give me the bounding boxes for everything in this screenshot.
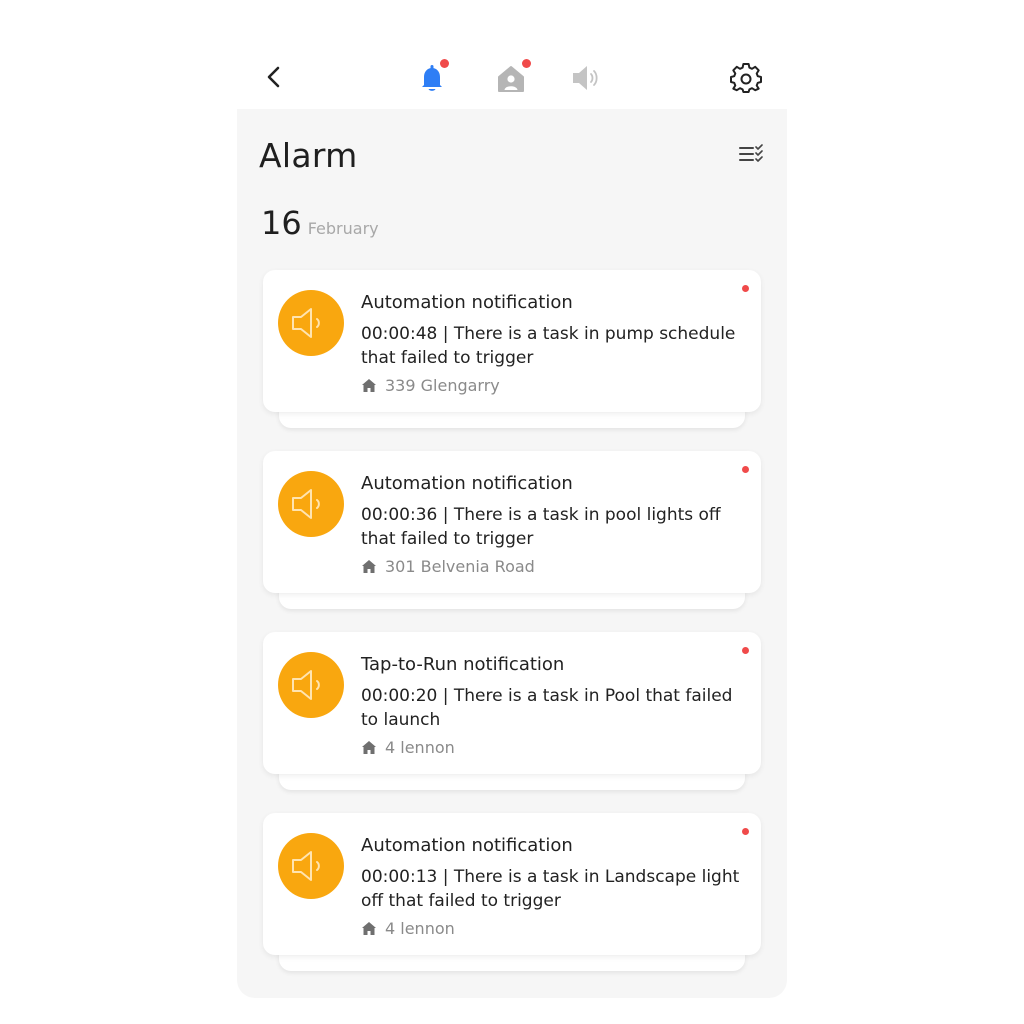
home-badge <box>522 59 531 68</box>
notification-message: 00:00:36 | There is a task in pool light… <box>361 505 721 549</box>
tab-alarm[interactable] <box>413 58 453 98</box>
bell-badge <box>440 59 449 68</box>
notification-avatar <box>278 833 344 899</box>
unread-dot <box>742 466 749 473</box>
notification-message: 00:00:13 | There is a task in Landscape … <box>361 867 740 911</box>
home-icon <box>362 379 376 392</box>
location-label: 4 lennon <box>385 738 455 757</box>
location-label: 339 Glengarry <box>385 376 500 395</box>
speaker-outline-icon <box>292 670 320 700</box>
page-title: Alarm <box>259 136 358 175</box>
notification-location: 4 lennon <box>361 919 455 938</box>
notification-card-body: Automation notification 00:00:48 | There… <box>263 270 761 412</box>
back-arrow-icon[interactable] <box>259 62 289 92</box>
notification-card[interactable]: Automation notification 00:00:48 | There… <box>263 270 761 428</box>
speaker-outline-icon <box>292 489 320 519</box>
notification-avatar <box>278 290 344 356</box>
tab-home-alerts[interactable] <box>492 58 532 98</box>
speaker-icon[interactable] <box>570 62 606 94</box>
notification-title: Automation notification <box>361 835 573 856</box>
notification-avatar <box>278 471 344 537</box>
home-icon <box>362 922 376 935</box>
notification-card-body: Tap-to-Run notification 00:00:20 | There… <box>263 632 761 774</box>
home-icon <box>362 560 376 573</box>
unread-dot <box>742 828 749 835</box>
mark-all-read-icon[interactable] <box>737 142 765 166</box>
date-day: 16 <box>261 204 302 242</box>
notification-title: Tap-to-Run notification <box>361 654 565 675</box>
notification-message: 00:00:48 | There is a task in pump sched… <box>361 324 736 368</box>
notification-location: 339 Glengarry <box>361 376 500 395</box>
unread-dot <box>742 647 749 654</box>
app-screen: Alarm 16 February Automation notification… <box>237 40 787 998</box>
notification-message: 00:00:20 | There is a task in Pool that … <box>361 686 733 730</box>
notification-location: 301 Belvenia Road <box>361 557 535 576</box>
speaker-outline-icon <box>292 851 320 881</box>
date-header: 16 February <box>261 204 379 242</box>
notification-title: Automation notification <box>361 473 573 494</box>
location-label: 4 lennon <box>385 919 455 938</box>
notification-location: 4 lennon <box>361 738 455 757</box>
date-month: February <box>307 219 379 238</box>
notification-card[interactable]: Automation notification 00:00:36 | There… <box>263 451 761 609</box>
home-icon <box>362 741 376 754</box>
notification-card[interactable]: Tap-to-Run notification 00:00:20 | There… <box>263 632 761 790</box>
notification-avatar <box>278 652 344 718</box>
notification-card[interactable]: Automation notification 00:00:13 | There… <box>263 813 761 971</box>
notification-card-body: Automation notification 00:00:13 | There… <box>263 813 761 955</box>
notification-title: Automation notification <box>361 292 573 313</box>
top-bar <box>237 40 787 109</box>
settings-gear-icon[interactable] <box>730 62 762 94</box>
speaker-outline-icon <box>292 308 320 338</box>
unread-dot <box>742 285 749 292</box>
notification-card-body: Automation notification 00:00:36 | There… <box>263 451 761 593</box>
location-label: 301 Belvenia Road <box>385 557 535 576</box>
